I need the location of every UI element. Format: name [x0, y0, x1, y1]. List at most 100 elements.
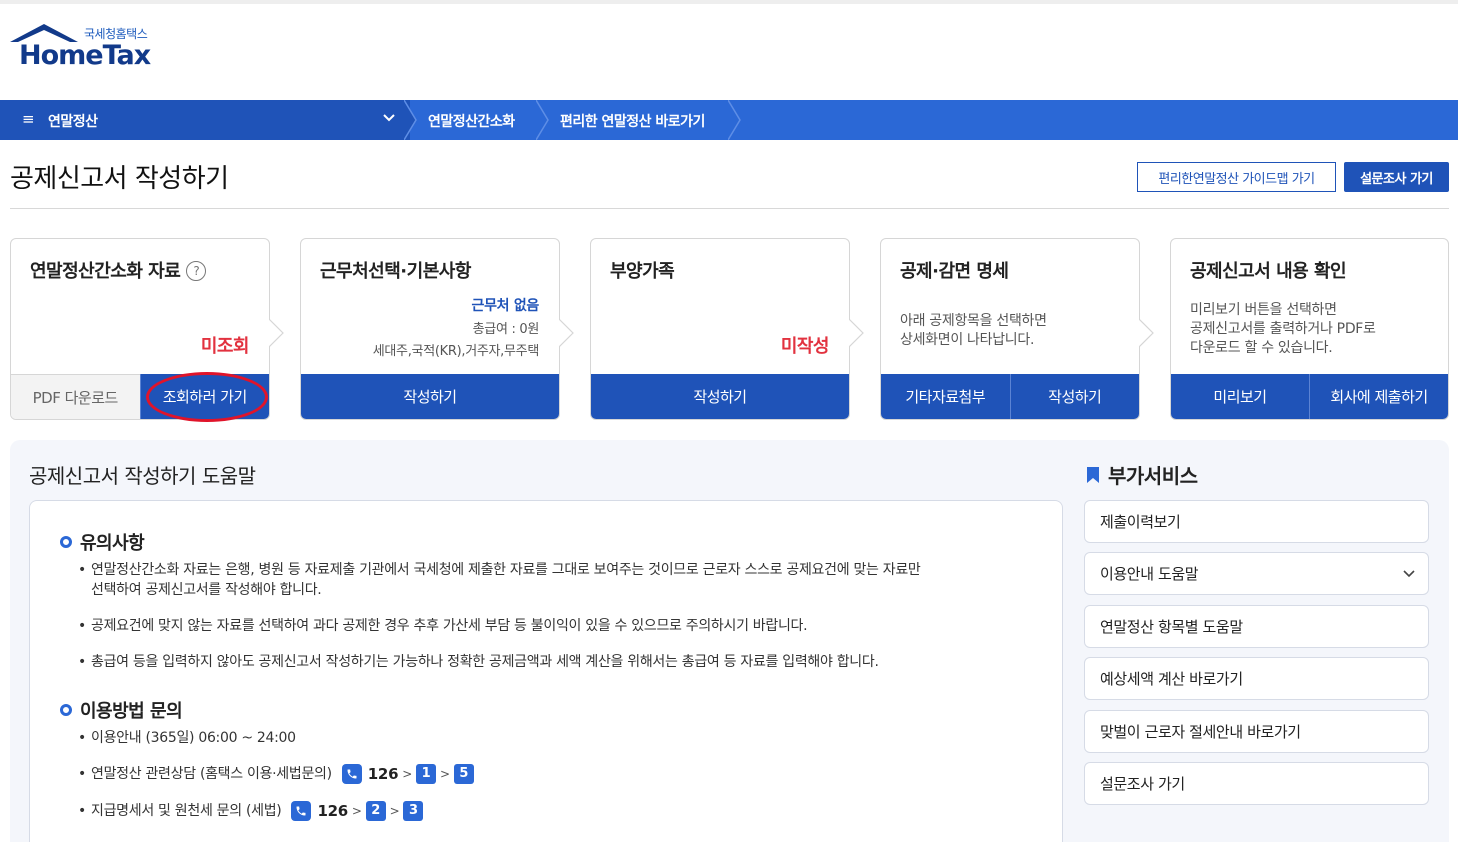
card-title-text: 연말정산간소화 자료 [30, 261, 181, 282]
chevron-down-icon[interactable] [1402, 567, 1416, 581]
service-dual-income-guide[interactable]: 맞벌이 근로자 절세안내 바로가기 [1084, 710, 1429, 753]
notice-heading: 유의사항 [60, 529, 145, 555]
menu-step-badge: 5 [453, 764, 474, 784]
menu-step-badge: 1 [415, 764, 436, 784]
menu-step-badge: 3 [403, 801, 424, 821]
notice-text: 총급여 등을 입력하지 않아도 공제신고서 작성하기는 가능하나 정확한 공제금… [91, 654, 879, 670]
logo-text: HomeTax [19, 40, 151, 71]
household-info: 세대주,국적(KR),거주자,무주택 [372, 344, 540, 359]
notice-item: • 공제요건에 맞지 않는 자료를 선택하여 과다 공제한 경우 추후 가산세 부… [78, 618, 808, 634]
phone-row: • 연말정산 관련상담 (홈택스 이용·세법문의) 126 >1 >5 [78, 764, 474, 784]
preview-button[interactable]: 미리보기 [1171, 374, 1309, 419]
divider [10, 208, 1449, 209]
contact-heading-text: 이용방법 문의 [80, 701, 183, 722]
phone-icon [341, 764, 362, 784]
hamburger-icon[interactable]: ≡ [22, 110, 35, 128]
card-buttons: 작성하기 [591, 374, 849, 419]
step-separator: > [389, 804, 400, 818]
step-connector-icon [849, 318, 864, 348]
phone-row: • 지급명세서 및 원천세 문의 (세법) 126 >2 >3 [78, 801, 424, 821]
breadcrumb-separator-icon [404, 100, 417, 140]
card-buttons: PDF 다운로드 조회하러 가기 [11, 374, 269, 419]
menu-dropdown[interactable]: ≡ 연말정산 [0, 100, 410, 140]
services-heading: 부가서비스 [1086, 460, 1198, 489]
circle-bullet-icon [60, 536, 72, 548]
menu-label: 연말정산 [48, 114, 98, 130]
card-buttons: 작성하기 [301, 374, 559, 419]
attach-other-data-button[interactable]: 기타자료첨부 [881, 374, 1010, 419]
card-title: 근무처선택·기본사항 [320, 261, 471, 282]
guide-map-button[interactable]: 편리한연말정산 가이드맵 가기 [1137, 162, 1336, 192]
pdf-download-button[interactable]: PDF 다운로드 [11, 374, 140, 419]
service-label: 이용안내 도움말 [1100, 565, 1199, 583]
service-survey[interactable]: 설문조사 가기 [1084, 762, 1429, 805]
service-submission-history[interactable]: 제출이력보기 [1084, 500, 1429, 543]
phone-row-label: 지급명세서 및 원천세 문의 (세법) [91, 803, 282, 819]
card-title: 공제신고서 내용 확인 [1190, 261, 1347, 282]
status-badge: 미작성 [780, 336, 830, 357]
step-separator: > [351, 804, 362, 818]
workplace-status: 근무처 없음 [471, 298, 540, 314]
step-separator: > [439, 767, 450, 781]
card-buttons: 기타자료첨부 작성하기 [881, 374, 1139, 419]
services-heading-text: 부가서비스 [1108, 464, 1198, 488]
page-title: 공제신고서 작성하기 [10, 164, 229, 194]
go-lookup-button[interactable]: 조회하러 가기 [139, 374, 269, 419]
card-title: 연말정산간소화 자료? [30, 257, 207, 283]
phone-number: 126 [367, 765, 399, 783]
help-icon[interactable]: ? [186, 261, 207, 281]
phone-route: 126 >1 >5 [332, 764, 474, 784]
chevron-down-icon[interactable] [382, 111, 396, 125]
phone-number: 126 [317, 802, 348, 820]
hometax-logo[interactable]: 국세청홈택스 HomeTax [8, 22, 168, 72]
write-button[interactable]: 작성하기 [591, 374, 849, 419]
service-tax-estimate[interactable]: 예상세액 계산 바로가기 [1084, 657, 1429, 700]
step-connector-icon [269, 318, 284, 348]
notice-item: • 연말정산간소화 자료는 은행, 병원 등 자료제출 기관에서 국세청에 제출한… [78, 562, 921, 578]
notice-item-continued: 선택하여 공제신고서를 작성해야 합니다. [91, 582, 322, 598]
menu-step-badge: 2 [365, 801, 386, 821]
step-separator: > [402, 767, 412, 781]
service-hours: • 이용안내 (365일) 06:00 ~ 24:00 [78, 730, 296, 746]
step-card-simplified-data: 연말정산간소화 자료? 미조회 PDF 다운로드 조회하러 가기 [10, 238, 270, 420]
step-connector-icon [1139, 318, 1154, 348]
card-description-line: 미리보기 버튼을 선택하면 [1190, 302, 1337, 318]
card-title: 부양가족 [610, 261, 675, 282]
bookmark-icon [1087, 466, 1099, 483]
write-button[interactable]: 작성하기 [1009, 374, 1139, 419]
navigation-bar: ≡ 연말정산 연말정산간소화 편리한 연말정산 바로가기 [0, 100, 1458, 140]
phone-route: 126 >2 >3 [281, 801, 424, 821]
notice-heading-text: 유의사항 [80, 533, 145, 554]
card-description-line: 다운로드 할 수 있습니다. [1190, 340, 1333, 356]
breadcrumb-year-end-simplified[interactable]: 연말정산간소화 [428, 111, 515, 131]
phone-row-label: 연말정산 관련상담 (홈택스 이용·세법문의) [91, 766, 332, 782]
breadcrumb-separator-icon [536, 100, 549, 140]
card-description-line: 공제신고서를 출력하거나 PDF로 [1190, 321, 1376, 337]
status-badge: 미조회 [200, 336, 250, 357]
step-card-dependents: 부양가족 미작성 작성하기 [590, 238, 850, 420]
total-salary: 총급여 : 0원 [472, 322, 540, 337]
phone-icon [291, 801, 312, 821]
step-card-review: 공제신고서 내용 확인 미리보기 버튼을 선택하면 공제신고서를 출력하거나 P… [1170, 238, 1449, 420]
write-button[interactable]: 작성하기 [301, 374, 559, 419]
hours-text: 이용안내 (365일) 06:00 ~ 24:00 [91, 730, 296, 746]
submit-to-company-button[interactable]: 회사에 제출하기 [1309, 374, 1448, 419]
notice-text: 공제요건에 맞지 않는 자료를 선택하여 과다 공제한 경우 추후 가산세 부담… [91, 618, 808, 634]
card-description-line: 상세화면이 나타납니다. [900, 332, 1035, 348]
step-card-deductions: 공제·감면 명세 아래 공제항목을 선택하면 상세화면이 나타납니다. 기타자료… [880, 238, 1140, 420]
breadcrumb-separator-icon [728, 100, 741, 140]
notice-text: 연말정산간소화 자료는 은행, 병원 등 자료제출 기관에서 국세청에 제출한 … [91, 562, 921, 578]
help-title: 공제신고서 작성하기 도움말 [29, 464, 256, 488]
breadcrumb-convenient-shortcut[interactable]: 편리한 연말정산 바로가기 [560, 111, 705, 131]
card-description-line: 아래 공제항목을 선택하면 [900, 313, 1047, 329]
step-connector-icon [559, 318, 574, 348]
notice-item: • 총급여 등을 입력하지 않아도 공제신고서 작성하기는 가능하나 정확한 공제… [78, 654, 879, 670]
top-border [0, 0, 1458, 4]
contact-heading: 이용방법 문의 [60, 697, 183, 723]
step-card-workplace: 근무처선택·기본사항 근무처 없음 총급여 : 0원 세대주,국적(KR),거주… [300, 238, 560, 420]
card-buttons: 미리보기 회사에 제출하기 [1171, 374, 1448, 419]
survey-button[interactable]: 설문조사 가기 [1344, 162, 1449, 192]
service-item-help[interactable]: 연말정산 항목별 도움말 [1084, 605, 1429, 648]
service-usage-help[interactable]: 이용안내 도움말 [1084, 552, 1429, 595]
card-title: 공제·감면 명세 [900, 261, 1009, 282]
